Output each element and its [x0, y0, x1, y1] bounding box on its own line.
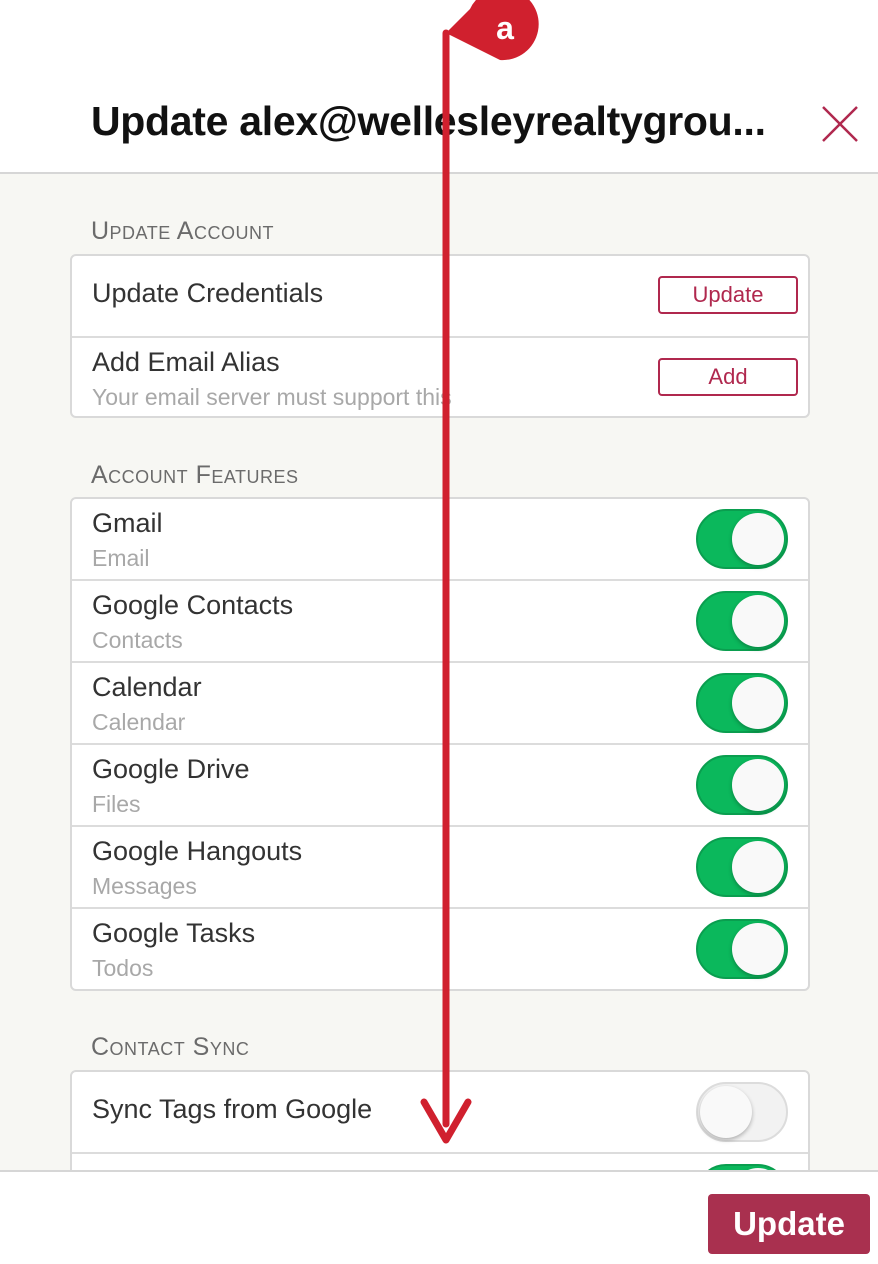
section-title-contact-sync: Contact Sync [91, 1033, 250, 1061]
row-sublabel: Your email server must support this [92, 384, 452, 410]
row-sublabel: Email [92, 545, 150, 571]
toggle-knob [732, 923, 784, 975]
row-sync-tags-from-google: Sync Tags from Google [72, 1072, 808, 1154]
row-sublabel: Files [92, 791, 141, 817]
dialog-footer: Update [0, 1170, 878, 1264]
row-sublabel: Calendar [92, 709, 186, 735]
dialog-header: Update alex@wellesleyrealtygrou... [0, 0, 878, 174]
row-label: Google Drive [92, 754, 250, 784]
close-icon [822, 106, 858, 142]
google-tasks-toggle[interactable] [696, 919, 788, 979]
row-label: Google Tasks [92, 918, 256, 948]
toggle-knob [732, 595, 784, 647]
sync-tags-toggle[interactable] [696, 1082, 788, 1142]
close-button[interactable] [820, 104, 860, 144]
row-contact-sync-second [72, 1154, 808, 1170]
update-credentials-button[interactable]: Update [658, 276, 798, 314]
row-label: Add Email Alias [92, 347, 280, 377]
gmail-toggle[interactable] [696, 509, 788, 569]
row-label: Google Hangouts [92, 836, 303, 866]
add-email-alias-button[interactable]: Add [658, 358, 798, 396]
row-calendar: Calendar Calendar [72, 663, 808, 745]
row-label: Calendar [92, 672, 202, 702]
dialog-title: Update alex@wellesleyrealtygrou... [91, 98, 766, 144]
row-gmail: Gmail Email [72, 499, 808, 581]
account-features-group: Gmail Email Google Contacts Contacts Cal… [70, 497, 810, 991]
toggle-knob [732, 513, 784, 565]
toggle-knob [732, 759, 784, 811]
row-sublabel: Todos [92, 955, 154, 981]
update-account-group: Update Credentials Update Add Email Alia… [70, 254, 810, 418]
row-label: Google Contacts [92, 590, 294, 620]
row-label: Update Credentials [92, 278, 324, 308]
row-google-contacts: Google Contacts Contacts [72, 581, 808, 663]
toggle-knob [732, 677, 784, 729]
row-label: Sync Tags from Google [92, 1094, 373, 1124]
annotation-marker-label: a [496, 10, 514, 46]
row-google-hangouts: Google Hangouts Messages [72, 827, 808, 909]
row-google-tasks: Google Tasks Todos [72, 909, 808, 989]
toggle-knob [732, 841, 784, 893]
google-drive-toggle[interactable] [696, 755, 788, 815]
row-add-email-alias: Add Email Alias Your email server must s… [72, 338, 808, 416]
calendar-toggle[interactable] [696, 673, 788, 733]
section-title-update-account: Update Account [91, 217, 274, 245]
row-sublabel: Contacts [92, 627, 183, 653]
update-button[interactable]: Update [708, 1194, 870, 1254]
row-google-drive: Google Drive Files [72, 745, 808, 827]
settings-content[interactable]: Update Account Update Credentials Update… [0, 174, 878, 1170]
row-update-credentials: Update Credentials Update [72, 256, 808, 338]
toggle-knob [700, 1086, 752, 1138]
row-label: Gmail [92, 508, 163, 538]
row-sublabel: Messages [92, 873, 197, 899]
google-contacts-toggle[interactable] [696, 591, 788, 651]
section-title-account-features: Account Features [91, 461, 299, 489]
contact-sync-group: Sync Tags from Google [70, 1070, 810, 1170]
google-hangouts-toggle[interactable] [696, 837, 788, 897]
